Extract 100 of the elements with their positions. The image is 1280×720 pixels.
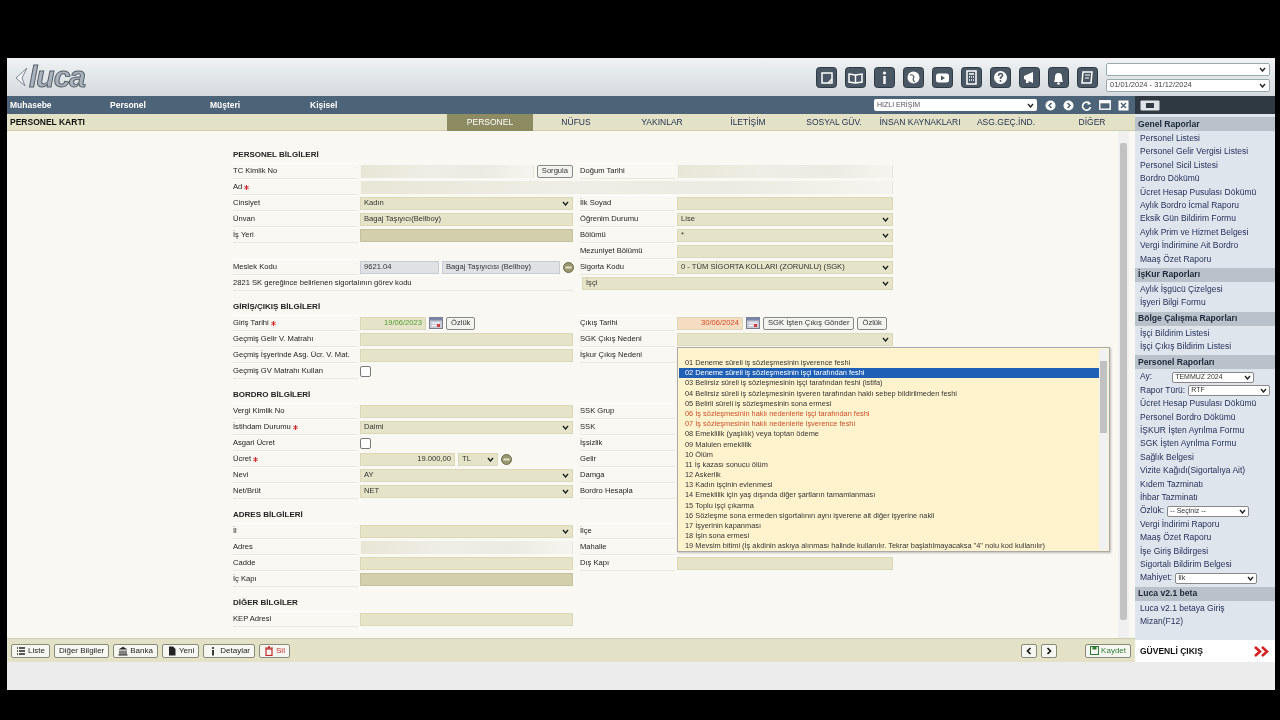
chevron-icon	[562, 472, 569, 478]
window-icon[interactable]	[1099, 100, 1111, 110]
select-field[interactable]	[360, 524, 573, 538]
trash-icon	[264, 645, 275, 656]
section-title: GİRİŞ/ÇIKIŞ BİLGİLERİ	[233, 301, 321, 313]
logo-swoosh-icon	[13, 65, 29, 89]
book-icon[interactable]	[845, 66, 866, 88]
note-icon[interactable]	[816, 66, 837, 88]
sidebar-link[interactable]: Personel Bordro Dökümü	[1140, 410, 1275, 425]
logout-button[interactable]: GÜVENLİ ÇIKIŞ	[1135, 640, 1275, 662]
section-title: DİĞER BİLGİLER	[233, 597, 298, 609]
sidebar-link[interactable]: Ücret Hesap Pusulası Dökümü	[1140, 397, 1275, 411]
sidebar-link[interactable]: İşe Giriş Bildirgesi	[1140, 544, 1275, 558]
sidebar-link[interactable]: SGK İşten Ayrılma Formu	[1140, 437, 1275, 451]
menu-item[interactable]: Müşteri	[207, 98, 307, 112]
checkbox[interactable]	[360, 437, 371, 449]
scrollbar[interactable]	[1118, 131, 1129, 638]
sidebar-link[interactable]: Aylık Bordro İcmal Raporu	[1140, 198, 1275, 213]
text-field[interactable]	[677, 244, 893, 258]
sidebar-heading: Bölge Çalışma Raporları	[1135, 311, 1275, 326]
sidebar-heading: İşKur Raporları	[1135, 267, 1275, 282]
scrollbar-thumb[interactable]	[1120, 143, 1127, 620]
sidebar-link[interactable]: Ücret Hesap Pusulası Dökümü	[1140, 185, 1275, 199]
sidebar-link[interactable]: Bordro Dökümü	[1140, 172, 1275, 186]
scrollbar-thumb[interactable]	[1100, 361, 1107, 433]
menu-item[interactable]: Personel	[107, 98, 207, 112]
forward-icon[interactable]	[1063, 99, 1074, 111]
select-field[interactable]	[677, 332, 893, 346]
chevron-icon	[562, 528, 569, 534]
video-icon[interactable]	[932, 66, 953, 88]
tab[interactable]: SOSYAL GÜV.	[791, 113, 877, 131]
sidebar-link[interactable]: Personel Gelir Vergisi Listesi	[1140, 145, 1275, 159]
sidebar-link[interactable]: Vizite Kağıdı(Sigortalıya Ait)	[1140, 464, 1275, 478]
next-button[interactable]	[1041, 643, 1058, 658]
toolbar-button[interactable]: Yeni	[161, 643, 200, 658]
info-icon[interactable]	[874, 66, 895, 88]
tab[interactable]: ASG.GEÇ.İND.	[963, 113, 1049, 131]
chevron-right-icon	[1046, 646, 1053, 655]
sidebar-link[interactable]: Vergi İndirimi Raporu	[1140, 517, 1275, 532]
sidebar-link[interactable]: İşçi Çıkış Bildirim Listesi	[1140, 340, 1275, 354]
checkbox[interactable]	[360, 365, 371, 377]
text-field[interactable]	[360, 404, 573, 418]
company-select[interactable]	[1106, 62, 1270, 76]
tab[interactable]: YAKINLAR	[619, 113, 705, 131]
scrollbar[interactable]	[1099, 349, 1108, 550]
back-icon[interactable]	[1045, 99, 1056, 111]
toolbar-button[interactable]: Diğer Bilgiler	[53, 643, 110, 658]
bell-icon[interactable]	[1048, 66, 1069, 88]
chevron-icon	[882, 264, 889, 270]
text-field[interactable]	[360, 612, 573, 626]
sidebar-link[interactable]: İhbar Tazminatı	[1140, 491, 1275, 505]
monitor-icon[interactable]	[1140, 99, 1160, 111]
sidebar-link[interactable]: İşyeri Bilgi Formu	[1140, 296, 1275, 310]
text-field[interactable]	[677, 196, 893, 210]
toolbar-button[interactable]: Banka	[113, 643, 158, 658]
sidebar-link[interactable]: Aylık Prim ve Hizmet Belgesi	[1140, 225, 1275, 240]
tab[interactable]: İLETİŞİM	[705, 113, 791, 131]
sidebar-link[interactable]: Maaş Özet Raporu	[1140, 252, 1275, 266]
tab[interactable]: DİĞER	[1049, 113, 1135, 131]
sidebar-link[interactable]: Sağlık Belgesi	[1140, 450, 1275, 465]
calculator-icon[interactable]	[961, 66, 982, 88]
megaphone-icon[interactable]	[1019, 66, 1040, 88]
sidebar-link[interactable]: Personel Sicil Listesi	[1140, 158, 1275, 173]
sidebar-link[interactable]: Maaş Özet Raporu	[1140, 531, 1275, 545]
sidebar-link[interactable]: Eksik Gün Bildirim Formu	[1140, 212, 1275, 226]
calendar-icon	[429, 317, 443, 329]
text-field[interactable]	[360, 556, 573, 570]
round-button-icon[interactable]	[563, 261, 574, 273]
sidebar-link[interactable]: Kıdem Tazminatı	[1140, 477, 1275, 491]
sidebar-link[interactable]: İŞKUR İşten Ayrılma Formu	[1140, 424, 1275, 438]
previous-button[interactable]	[1021, 643, 1038, 658]
tab[interactable]: NÜFUS	[533, 113, 619, 131]
sidebar-link[interactable]: Personel Listesi	[1140, 132, 1275, 146]
toolbar-button[interactable]: Liste	[11, 643, 50, 658]
tab[interactable]: İNSAN KAYNAKLARI	[877, 113, 963, 131]
sidebar-link[interactable]: İşçi Bildirim Listesi	[1140, 326, 1275, 341]
save-button[interactable]: Kaydet	[1085, 643, 1131, 658]
sidebar-link[interactable]: Sigortalı Bildirim Belgesi	[1140, 557, 1275, 572]
notebook-icon[interactable]	[1077, 66, 1098, 88]
text-field[interactable]	[360, 348, 573, 362]
toolbar-button[interactable]: Sil	[259, 643, 290, 658]
round-button-icon[interactable]	[501, 453, 512, 465]
required-icon	[270, 320, 276, 326]
sidebar-link[interactable]: Aylık İşgücü Çizelgesi	[1140, 282, 1275, 297]
sidebar-link[interactable]: Mizan(F12)	[1140, 615, 1275, 629]
chevron-icon	[562, 424, 569, 430]
close-icon[interactable]	[1118, 99, 1129, 111]
list-icon	[16, 645, 26, 656]
sidebar-link[interactable]: Luca v2.1 betaya Giriş	[1140, 601, 1275, 616]
globe-icon[interactable]	[903, 66, 924, 88]
toolbar-button[interactable]: Detaylar	[203, 643, 256, 658]
help-icon[interactable]	[990, 66, 1011, 88]
refresh-icon[interactable]	[1081, 99, 1092, 111]
sidebar-link[interactable]: Vergi İndirimine Ait Bordro	[1140, 239, 1275, 253]
section-title: BORDRO BİLGİLERİ	[233, 389, 311, 401]
menu-item[interactable]: Muhasebe	[7, 98, 107, 112]
text-field[interactable]	[360, 332, 573, 346]
menu-item[interactable]: Kişisel	[307, 98, 407, 112]
text-field[interactable]	[677, 556, 893, 570]
double-chevron-icon	[1254, 645, 1270, 657]
